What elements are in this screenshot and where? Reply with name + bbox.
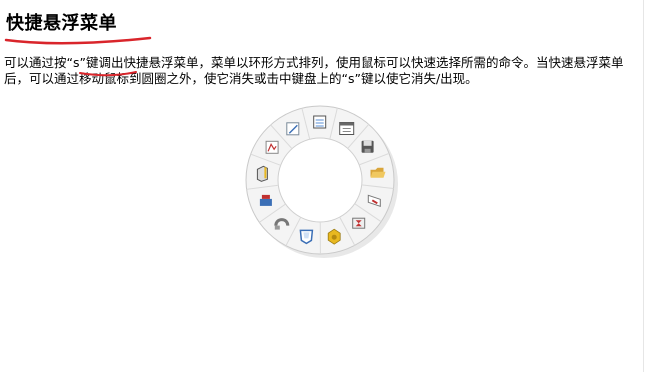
page-border	[643, 0, 644, 372]
ring-menu-graphic	[245, 105, 398, 258]
shell-icon[interactable]	[299, 229, 314, 245]
page-title: 快捷悬浮菜单	[6, 13, 117, 34]
chart-icon[interactable]	[265, 140, 279, 154]
measure-icon[interactable]	[352, 217, 366, 229]
notebook-icon[interactable]	[313, 115, 327, 129]
list-window-icon[interactable]	[339, 122, 355, 135]
ring-menu	[244, 104, 400, 260]
sketch-pencil-icon[interactable]	[286, 122, 300, 136]
key-highlight-underline	[79, 71, 137, 77]
extrude-icon[interactable]	[256, 165, 268, 182]
save-disk-icon[interactable]	[361, 140, 374, 153]
title-underline	[4, 36, 152, 45]
